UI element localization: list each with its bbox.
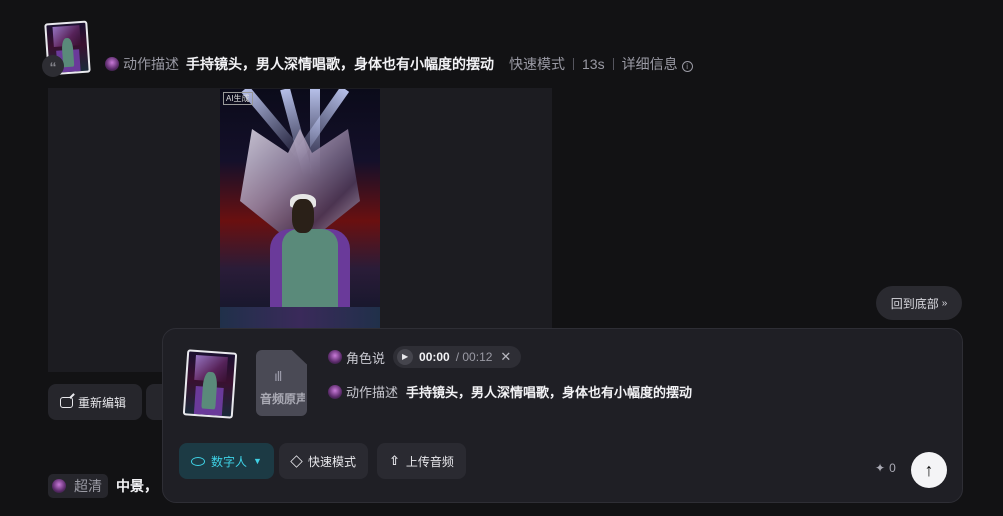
- mode-label: 快速模式: [509, 56, 565, 72]
- avatar-mini-icon: [52, 479, 66, 493]
- upload-audio-label: 上传音频: [405, 454, 454, 469]
- play-icon[interactable]: ▶: [397, 349, 414, 365]
- digital-human-dropdown[interactable]: 数字人 ▼: [179, 443, 274, 479]
- composer-action-text[interactable]: 手持镜头，男人深情唱歌，身体也有小幅度的摆动: [406, 382, 692, 401]
- upload-audio-button[interactable]: ⇧ 上传音频: [377, 443, 466, 479]
- action-label: 动作描述: [123, 56, 179, 72]
- avatar-mini-icon: [328, 384, 342, 399]
- cube-icon: [290, 454, 303, 468]
- audio-file-card[interactable]: ıll 音频原声: [256, 350, 307, 416]
- audio-wave-icon: ıll: [274, 368, 282, 384]
- re-edit-label: 重新编辑: [78, 395, 127, 410]
- info-icon: i: [681, 61, 693, 72]
- audio-player-pill: ▶ 00:00 / 00:12 ✕: [393, 346, 522, 368]
- re-edit-button[interactable]: 重新编辑: [48, 384, 142, 420]
- role-say-row: 角色说 ▶ 00:00 / 00:12 ✕: [328, 346, 522, 368]
- divider: [612, 58, 614, 70]
- quote-icon: “: [42, 55, 64, 77]
- edit-icon: [60, 396, 73, 408]
- action-description-row: 动作描述 手持镜头，男人深情唱歌，身体也有小幅度的摆动: [328, 382, 692, 401]
- details-link[interactable]: 详细信息 i: [622, 54, 693, 74]
- watermark: AI生成: [223, 92, 253, 105]
- audio-card-label: 音频原声: [260, 392, 305, 406]
- back-to-bottom-label: 回到底部: [890, 296, 939, 311]
- audio-current-time: 00:00: [419, 350, 450, 364]
- audio-total-time: / 00:12: [455, 350, 493, 364]
- next-generation-row: 超清 中景，: [48, 474, 158, 498]
- divider: [573, 58, 574, 70]
- video-frame[interactable]: AI生成: [220, 89, 380, 329]
- arrow-up-icon: ↑: [924, 460, 934, 480]
- send-button[interactable]: ↑: [911, 452, 947, 488]
- close-icon[interactable]: ✕: [500, 349, 511, 365]
- fast-mode-button[interactable]: 快速模式: [279, 443, 369, 479]
- digital-human-label: 数字人: [211, 454, 248, 469]
- composer-action-label: 动作描述: [346, 385, 399, 400]
- fast-mode-label: 快速模式: [308, 454, 357, 469]
- back-to-bottom-button[interactable]: 回到底部 »: [876, 286, 962, 320]
- generation-header: 动作描述 手持镜头，男人深情唱歌，身体也有小幅度的摆动 快速模式 13s 详细信…: [105, 53, 693, 75]
- duration-label: 13s: [582, 56, 605, 72]
- credits-counter: ✦ 0: [875, 461, 896, 475]
- avatar-mini-icon: [328, 350, 342, 364]
- upload-icon: ⇧: [389, 453, 400, 468]
- quality-badge: 超清: [48, 474, 108, 498]
- quality-label: 超清: [74, 478, 102, 494]
- composer-panel: ıll 音频原声 角色说 ▶ 00:00 / 00:12 ✕ 动作描述 手持镜头…: [162, 328, 963, 503]
- next-item-text: 中景，: [116, 478, 158, 494]
- sparkle-icon: ✦: [875, 461, 886, 475]
- credits-value: 0: [889, 461, 896, 475]
- chevron-down-icon: ▼: [253, 456, 262, 466]
- digital-human-icon: [191, 456, 205, 466]
- double-chevron-down-icon: »: [941, 297, 948, 309]
- action-text: 手持镜头，男人深情唱歌，身体也有小幅度的摆动: [186, 56, 494, 72]
- character-thumbnail[interactable]: [182, 349, 238, 419]
- avatar-mini-icon: [105, 57, 119, 71]
- role-say-label: 角色说: [346, 350, 386, 366]
- details-label: 详细信息: [621, 56, 678, 72]
